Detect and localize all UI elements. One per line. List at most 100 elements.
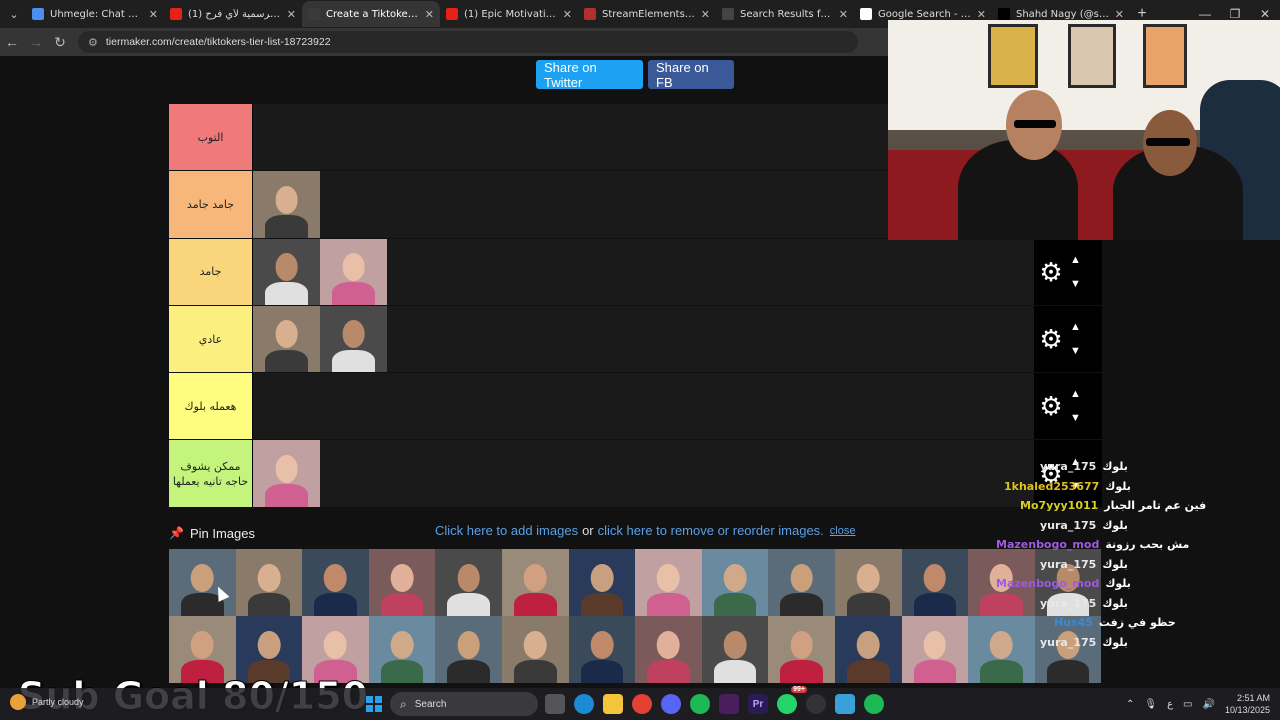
minimize-button[interactable]: — (1190, 7, 1220, 21)
browser-tab[interactable]: (1) الأغنية الرسمية لأي فرح ✕ (164, 1, 302, 27)
whatsapp-icon[interactable]: 99+ (777, 686, 807, 714)
app-icon[interactable] (719, 694, 739, 714)
discord-icon[interactable] (661, 694, 681, 714)
gear-icon[interactable]: ⚙ (1034, 393, 1068, 419)
browser-tab[interactable]: StreamElements | Subathon ✕ (578, 1, 716, 27)
pool-image[interactable] (635, 616, 702, 683)
taskbar-search[interactable]: ⌕ Search (390, 692, 538, 716)
pool-image[interactable] (635, 549, 702, 616)
start-button[interactable] (366, 696, 382, 712)
pool-image[interactable] (568, 616, 636, 683)
pool-image[interactable] (768, 616, 835, 683)
edge-icon[interactable] (574, 694, 594, 714)
reload-button[interactable]: ↻ (48, 34, 72, 51)
close-tab-icon[interactable]: ✕ (977, 8, 986, 21)
search-icon: ⌕ (400, 696, 407, 711)
browser-tab[interactable]: Search Results for 'مصرية' ✕ (716, 1, 854, 27)
clock[interactable]: 2:51 AM 10/13/2025 (1225, 692, 1270, 716)
close-link[interactable]: close (830, 525, 856, 537)
move-up-icon[interactable]: ▲ (1070, 382, 1081, 406)
close-window-button[interactable]: ✕ (1250, 7, 1280, 21)
network-icon[interactable]: ▭ (1183, 699, 1192, 710)
back-button[interactable]: ← (0, 34, 24, 50)
pool-image[interactable] (435, 616, 502, 683)
tier-label[interactable]: جامد (169, 238, 253, 305)
tier-label[interactable]: عادي (169, 305, 253, 373)
notepad-icon[interactable] (835, 694, 855, 714)
pool-image[interactable] (901, 616, 969, 683)
chrome-icon[interactable] (632, 694, 652, 714)
pool-image[interactable] (834, 549, 902, 616)
chevron-up-icon[interactable]: ⌃ (1126, 699, 1134, 710)
site-info-icon[interactable]: ⚙ (88, 36, 98, 49)
file-explorer-icon[interactable] (603, 694, 623, 714)
add-images-link[interactable]: Click here to add images (435, 523, 578, 538)
task-view-icon[interactable] (545, 694, 565, 714)
pool-image[interactable] (302, 616, 369, 683)
tier-label[interactable]: هعمله بلوك (169, 373, 253, 440)
language-indicator[interactable]: ع (1167, 699, 1173, 710)
close-tab-icon[interactable]: ✕ (425, 8, 434, 21)
pin-images-label[interactable]: Pin Images (190, 526, 255, 541)
close-tab-icon[interactable]: ✕ (701, 8, 710, 21)
browser-tab[interactable]: (1) Epic Motivational Music ✕ (440, 1, 578, 27)
pool-image[interactable] (701, 616, 769, 683)
forward-button[interactable]: → (24, 34, 48, 50)
portrait-face (342, 320, 365, 349)
tier-image[interactable] (253, 238, 320, 305)
pool-image[interactable] (501, 616, 569, 683)
pool-image[interactable] (302, 549, 369, 616)
url-field[interactable]: ⚙ tiermaker.com/create/tiktokers-tier-li… (78, 31, 858, 53)
pool-image[interactable] (834, 616, 902, 683)
volume-icon[interactable]: 🔊 (1203, 699, 1215, 710)
microphone-icon[interactable]: 🎙 (1144, 699, 1157, 710)
pool-image[interactable] (169, 549, 236, 616)
browser-tab[interactable]: Create a Tiktokers Tier List ✕ (302, 1, 440, 27)
tier-label[interactable]: التوب (169, 104, 253, 171)
close-tab-icon[interactable]: ✕ (1115, 8, 1124, 21)
pool-image[interactable] (368, 616, 436, 683)
share-facebook-button[interactable]: Share on FB (648, 60, 734, 90)
move-down-icon[interactable]: ▼ (1070, 272, 1081, 296)
move-down-icon[interactable]: ▼ (1070, 339, 1081, 363)
pool-image[interactable] (435, 549, 502, 616)
tab-search-button[interactable]: ⌄ (2, 2, 26, 26)
pool-image[interactable] (568, 549, 636, 616)
weather-widget[interactable]: Partly cloudy (10, 694, 84, 710)
browser-tab[interactable]: Uhmegle: Chat with Strangers ✕ (26, 1, 164, 27)
move-down-icon[interactable]: ▼ (1070, 406, 1081, 430)
tier-image[interactable] (253, 305, 320, 373)
close-tab-icon[interactable]: ✕ (287, 8, 296, 21)
tier-image[interactable] (320, 238, 387, 305)
pin-icon[interactable]: 📌 (169, 526, 184, 540)
pool-image[interactable] (169, 616, 236, 683)
close-tab-icon[interactable]: ✕ (563, 8, 572, 21)
pool-image[interactable] (501, 549, 569, 616)
gear-icon[interactable]: ⚙ (1034, 259, 1068, 285)
remove-images-link[interactable]: click here to remove or reorder images. (598, 523, 824, 538)
tier-image[interactable] (253, 440, 320, 507)
tab-favicon-icon (860, 8, 872, 20)
pool-image[interactable] (235, 616, 303, 683)
tier-image[interactable] (253, 171, 320, 238)
move-up-icon[interactable]: ▲ (1070, 248, 1081, 272)
pool-image[interactable] (235, 549, 303, 616)
tier-label[interactable]: جامد جامد (169, 171, 253, 238)
tier-image[interactable] (320, 305, 387, 373)
pool-image[interactable] (368, 549, 436, 616)
tier-label[interactable]: ممكن يشوف حاجه تانيه يعملها (169, 440, 253, 507)
pool-image[interactable] (701, 549, 769, 616)
spotify-icon[interactable] (690, 694, 710, 714)
pool-image[interactable] (768, 549, 835, 616)
move-up-icon[interactable]: ▲ (1070, 315, 1081, 339)
restore-button[interactable]: ❐ (1220, 7, 1250, 21)
close-tab-icon[interactable]: ✕ (149, 8, 158, 21)
pool-image[interactable] (901, 549, 969, 616)
spotify-active-icon[interactable] (864, 694, 884, 714)
obs-icon[interactable] (806, 694, 826, 714)
gear-icon[interactable]: ⚙ (1034, 326, 1068, 352)
premiere-icon[interactable]: Pr (748, 694, 768, 714)
portrait-body (780, 593, 823, 616)
close-tab-icon[interactable]: ✕ (839, 8, 848, 21)
share-twitter-button[interactable]: Share on Twitter (536, 60, 643, 90)
